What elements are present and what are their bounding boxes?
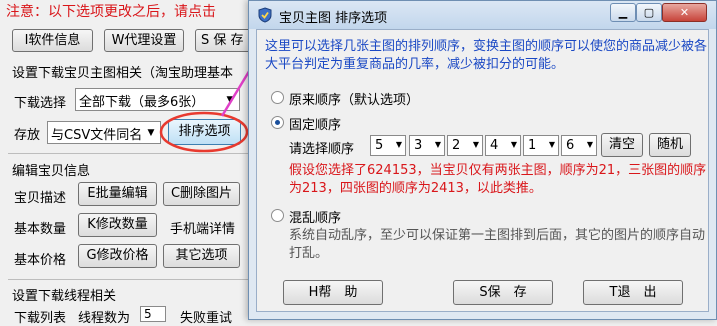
random-button[interactable]: 随机 <box>649 133 691 157</box>
highlight-ellipse <box>159 111 249 153</box>
order-value: 2 <box>452 138 461 153</box>
chevron-down-icon: ▼ <box>395 140 402 149</box>
radio-original-order[interactable] <box>271 91 284 104</box>
order-select-5[interactable]: 1 ▼ <box>523 135 559 156</box>
dialog-title: 宝贝主图 排序选项 <box>279 11 388 26</box>
exit-button[interactable]: T退 出 <box>583 280 683 305</box>
minimize-icon: ▁ <box>618 6 628 19</box>
order-select-2[interactable]: 3 ▼ <box>409 135 445 156</box>
order-select-6[interactable]: 6 ▼ <box>561 135 597 156</box>
maximize-button[interactable]: ▢ <box>636 3 662 22</box>
help-button[interactable]: H帮 助 <box>283 280 383 305</box>
order-select-1[interactable]: 5 ▼ <box>370 135 406 156</box>
chevron-down-icon: ▼ <box>434 140 441 149</box>
close-button[interactable]: ✕ <box>662 3 707 22</box>
order-value: 6 <box>566 138 575 153</box>
order-value: 5 <box>375 138 384 153</box>
close-icon: ✕ <box>679 6 690 19</box>
order-select-3[interactable]: 2 ▼ <box>447 135 483 156</box>
dialog-titlebar[interactable]: 宝贝主图 排序选项 ▁ ▢ ✕ <box>249 1 716 29</box>
radio-chaos-order[interactable] <box>271 209 284 222</box>
dialog-description: 这里可以选择几张主图的排列顺序，变换主图的顺序可以使您的商品减少被各大平台判定为… <box>265 39 708 72</box>
chevron-down-icon: ▼ <box>510 140 517 149</box>
chevron-down-icon: ▼ <box>586 140 593 149</box>
radio-fixed-order[interactable] <box>271 116 284 129</box>
radio-original-label: 原来顺序（默认选项） <box>289 93 420 108</box>
order-select-label: 请选择顺序 <box>289 142 355 157</box>
app-shield-icon <box>258 7 272 23</box>
order-value: 3 <box>414 138 423 153</box>
order-select-4[interactable]: 4 ▼ <box>485 135 521 156</box>
sort-options-dialog: 宝贝主图 排序选项 ▁ ▢ ✕ 这里可以选择几张主图的排列顺序，变换主图的顺序可… <box>248 0 717 320</box>
order-value: 1 <box>528 138 537 153</box>
radio-fixed-label: 固定顺序 <box>289 118 342 133</box>
save-button[interactable]: S保 存 <box>453 280 553 305</box>
minimize-button[interactable]: ▁ <box>610 3 636 22</box>
clear-button[interactable]: 清空 <box>601 133 643 157</box>
maximize-icon: ▢ <box>643 6 655 19</box>
chevron-down-icon: ▼ <box>472 140 479 149</box>
dialog-content: 这里可以选择几张主图的排列顺序，变换主图的顺序可以使您的商品减少被各大平台判定为… <box>256 29 709 312</box>
chevron-down-icon: ▼ <box>548 140 555 149</box>
order-value: 4 <box>490 138 499 153</box>
chaos-description: 系统自动乱序，至少可以保证第一主图排到后面，其它的图片的顺序自动打乱。 <box>289 228 706 261</box>
order-example-text: 假设您选择了624153，当宝贝仅有两张主图，顺序为21，三张图的顺序为213，… <box>289 163 707 196</box>
radio-chaos-label: 混乱顺序 <box>289 211 342 226</box>
